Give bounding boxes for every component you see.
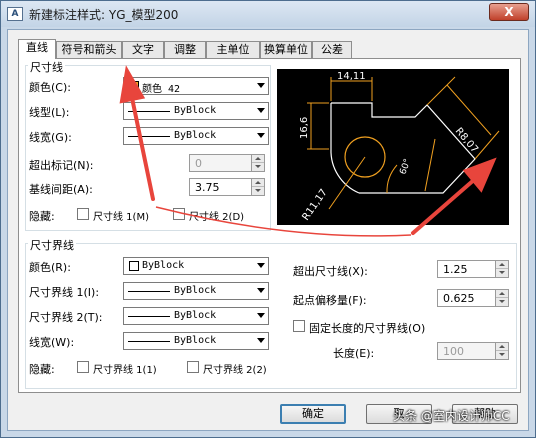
watermark: 头条 @室内设计师CC [393,409,510,423]
dialog-window: A 新建标注样式: YG_模型200 X 直线 符号和箭头 文字 调整 主单位 … [0,0,536,438]
annotation-arrows [119,65,497,237]
annotation-arrow-left [129,91,155,201]
annotation-arrow-right [411,177,477,235]
arrow-head-icon [119,65,146,104]
annotation-connector [155,206,412,237]
tab-lines[interactable]: 直线 [18,39,56,59]
